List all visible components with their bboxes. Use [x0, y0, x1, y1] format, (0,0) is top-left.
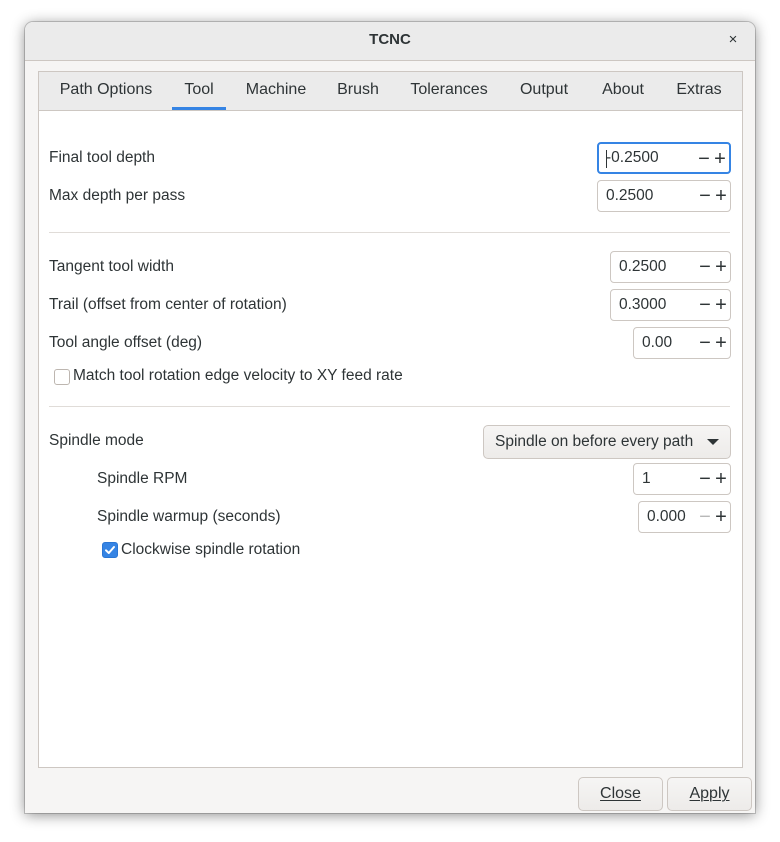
final-depth-label: Final tool depth [49, 149, 155, 166]
spindle-rpm-value[interactable]: 1 [642, 464, 651, 494]
increment-icon[interactable]: + [713, 328, 729, 358]
close-button[interactable]: Close [578, 777, 663, 811]
trail-label: Trail (offset from center of rotation) [49, 296, 287, 313]
checkmark-icon [105, 546, 115, 554]
clockwise-checkbox[interactable] [102, 542, 118, 558]
final-depth-spinbutton[interactable]: -0.2500 − + [597, 142, 731, 174]
trail-value[interactable]: 0.3000 [619, 290, 666, 320]
match-rotation-label[interactable]: Match tool rotation edge velocity to XY … [73, 367, 403, 385]
increment-icon[interactable]: + [713, 181, 729, 211]
close-icon[interactable]: × [723, 30, 743, 50]
increment-icon[interactable]: + [712, 144, 728, 174]
increment-icon[interactable]: + [713, 502, 729, 532]
tab-tolerances[interactable]: Tolerances [403, 72, 495, 108]
decrement-icon[interactable]: − [696, 144, 712, 174]
dropdown-arrow-icon [707, 439, 719, 445]
apply-button-label: Apply [689, 785, 730, 802]
decrement-icon[interactable]: − [697, 464, 713, 494]
spindle-warmup-value[interactable]: 0.000 [647, 502, 686, 532]
tab-path-options[interactable]: Path Options [47, 72, 165, 108]
spindle-mode-label: Spindle mode [49, 432, 144, 449]
tab-output[interactable]: Output [511, 72, 577, 108]
window-title: TCNC [369, 31, 411, 48]
tab-bar: Path Options Tool Machine Brush Toleranc… [39, 72, 742, 111]
decrement-icon[interactable]: − [697, 181, 713, 211]
spindle-warmup-label: Spindle warmup (seconds) [97, 508, 281, 525]
decrement-icon[interactable]: − [697, 252, 713, 282]
notebook: Path Options Tool Machine Brush Toleranc… [38, 71, 743, 768]
decrement-icon[interactable]: − [697, 328, 713, 358]
increment-icon[interactable]: + [713, 290, 729, 320]
apply-button[interactable]: Apply [667, 777, 752, 811]
tab-tool[interactable]: Tool [172, 72, 226, 110]
tangent-width-label: Tangent tool width [49, 258, 174, 275]
trail-spinbutton[interactable]: 0.3000 − + [610, 289, 731, 321]
spindle-mode-dropdown[interactable]: Spindle on before every path [483, 425, 731, 459]
spindle-rpm-spinbutton[interactable]: 1 − + [633, 463, 731, 495]
spindle-rpm-label: Spindle RPM [97, 470, 188, 487]
separator [49, 232, 730, 233]
tab-extras[interactable]: Extras [669, 72, 729, 108]
spindle-warmup-spinbutton[interactable]: 0.000 − + [638, 501, 731, 533]
max-depth-value[interactable]: 0.2500 [606, 181, 653, 211]
angle-offset-spinbutton[interactable]: 0.00 − + [633, 327, 731, 359]
angle-offset-label: Tool angle offset (deg) [49, 334, 203, 351]
separator [49, 406, 730, 407]
max-depth-spinbutton[interactable]: 0.2500 − + [597, 180, 731, 212]
spindle-mode-value: Spindle on before every path [495, 433, 694, 450]
decrement-icon[interactable]: − [697, 290, 713, 320]
dialog-window: TCNC × Path Options Tool Machine Brush T… [25, 22, 755, 813]
tab-brush[interactable]: Brush [327, 72, 389, 108]
tab-about[interactable]: About [594, 72, 652, 108]
tangent-width-spinbutton[interactable]: 0.2500 − + [610, 251, 731, 283]
match-rotation-checkbox[interactable] [54, 369, 70, 385]
increment-icon[interactable]: + [713, 252, 729, 282]
angle-offset-value[interactable]: 0.00 [642, 328, 672, 358]
final-depth-value[interactable]: -0.2500 [606, 144, 659, 172]
max-depth-label: Max depth per pass [49, 187, 186, 204]
increment-icon[interactable]: + [713, 464, 729, 494]
titlebar[interactable]: TCNC × [25, 22, 755, 61]
tangent-width-value[interactable]: 0.2500 [619, 252, 666, 282]
decrement-icon: − [699, 506, 711, 528]
tab-machine[interactable]: Machine [238, 72, 314, 108]
close-button-label: Close [600, 785, 641, 802]
clockwise-label[interactable]: Clockwise spindle rotation [121, 541, 300, 559]
